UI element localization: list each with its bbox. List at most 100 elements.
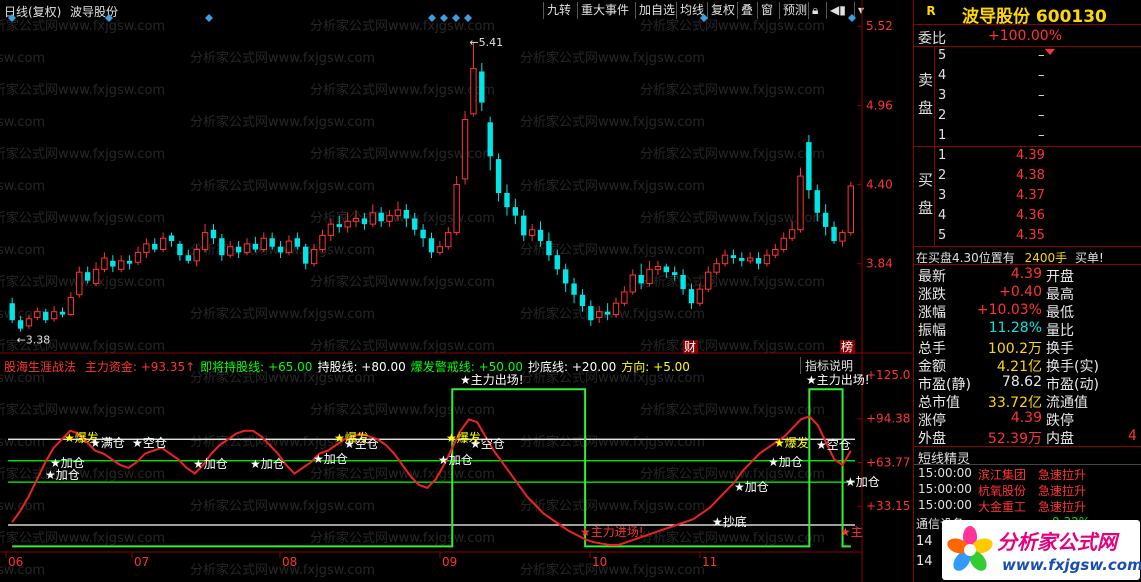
event-badge-text: 榜 bbox=[841, 339, 853, 354]
buy-level: 5 bbox=[938, 228, 947, 243]
candle-body bbox=[672, 272, 678, 275]
candle-body bbox=[571, 283, 577, 295]
buy-price[interactable]: 4.36 bbox=[1016, 208, 1045, 223]
sprite-time: 15:00:00 bbox=[918, 466, 972, 480]
candle-body bbox=[319, 234, 326, 251]
stat-label-2: 内盘 bbox=[1046, 431, 1074, 447]
stat-label-2: 开盘 bbox=[1046, 269, 1074, 285]
candle-body bbox=[43, 311, 49, 321]
r-badge: R bbox=[926, 4, 936, 18]
sell-level: 2 bbox=[938, 108, 947, 123]
candle-body bbox=[831, 226, 837, 242]
stat-value: 4.39 bbox=[1010, 410, 1042, 426]
indicator-explain-button[interactable]: 指标说明 bbox=[800, 357, 853, 374]
candle-body bbox=[17, 320, 24, 329]
sprite-event: 急速拉升 bbox=[1038, 484, 1087, 498]
sell-price[interactable]: – bbox=[1038, 88, 1045, 103]
buy-price[interactable]: 4.38 bbox=[1016, 168, 1045, 183]
buy-label: 买盘 bbox=[918, 171, 934, 217]
candle-body bbox=[847, 185, 855, 234]
stat-value: +0.40 bbox=[999, 284, 1042, 300]
weibi-label: 委比 bbox=[918, 31, 946, 47]
stat-label-2: 量比 bbox=[1046, 323, 1074, 339]
stat-value: 11.28% bbox=[988, 320, 1042, 336]
stat-value: 78.62 bbox=[1001, 374, 1042, 390]
candle-body bbox=[822, 212, 829, 227]
sell-label: 卖盘 bbox=[918, 71, 934, 117]
candle-body bbox=[470, 68, 477, 115]
candle-body bbox=[739, 258, 745, 261]
sell-price[interactable]: – bbox=[1038, 108, 1045, 123]
ind-y-label: +33.15 bbox=[866, 499, 910, 513]
burst-label: ★爆发 bbox=[774, 435, 809, 450]
sell-price[interactable]: – bbox=[1038, 128, 1045, 143]
watermark-text: 分析家公式网www.fxjgsw.com bbox=[190, 306, 375, 322]
candle-body bbox=[612, 302, 620, 316]
indicator-name[interactable]: 股海生涯战法 bbox=[4, 360, 76, 374]
watermark-text: 分析家公式网www.fxjgsw.com bbox=[520, 114, 705, 130]
candle-body bbox=[25, 318, 33, 327]
watermark-text: 分析家公式网www.fxjgsw.com bbox=[0, 274, 165, 290]
bottom-row-2: 14 bbox=[916, 554, 933, 569]
watermark-text: 分析家公式网www.fxjgsw.com bbox=[0, 242, 45, 258]
stat-value: 100.2万 bbox=[987, 341, 1042, 357]
candle-body bbox=[487, 122, 493, 157]
sell-level: 1 bbox=[938, 128, 947, 143]
candle-body bbox=[713, 263, 720, 273]
event-diamond-icon[interactable] bbox=[848, 14, 856, 22]
candle-body bbox=[201, 232, 209, 251]
watermark-text: 分析家公式网www.fxjgsw.com bbox=[0, 530, 165, 546]
watermark-text: 分析家公式网www.fxjgsw.com bbox=[520, 306, 705, 322]
event-diamond-icon[interactable] bbox=[205, 14, 213, 22]
app-window: 日线(复权) 波导股份 九转重大事件加自选均线复权叠窗预测 🔒︎ ◀▮ ▾ 分析… bbox=[0, 0, 1141, 582]
candle-body bbox=[554, 255, 560, 270]
sell-price[interactable]: – bbox=[1038, 48, 1045, 63]
stat-label: 总手 bbox=[918, 341, 946, 357]
candle-body bbox=[84, 272, 91, 281]
candle-body bbox=[50, 311, 58, 320]
candle-body bbox=[445, 232, 452, 248]
stat-label-2: 跌停 bbox=[1046, 413, 1074, 429]
watermark-text: 分析家公式网www.fxjgsw.com bbox=[0, 114, 45, 130]
candle-body bbox=[562, 269, 569, 284]
chart-area[interactable]: 分析家公式网www.fxjgsw.com 分析家公式网www.fxjgsw.com… bbox=[0, 0, 912, 582]
stat-value: 4.21亿 bbox=[996, 359, 1042, 375]
candle-body bbox=[76, 271, 83, 296]
watermark-text: 分析家公式网www.fxjgsw.com bbox=[190, 114, 375, 130]
candle-body bbox=[705, 271, 712, 290]
candle-body bbox=[352, 217, 360, 222]
sprite-stock[interactable]: 滨江集团 bbox=[978, 466, 1026, 483]
candle-body bbox=[588, 306, 594, 321]
candle-body bbox=[688, 289, 695, 304]
sprite-time: 15:00:00 bbox=[918, 498, 972, 512]
candle-body bbox=[696, 288, 704, 304]
notice-volume: 2400手 bbox=[1024, 251, 1068, 265]
candle-body bbox=[646, 268, 653, 284]
buy-level: 4 bbox=[938, 208, 947, 223]
bottom-row-1: 14 bbox=[916, 534, 933, 549]
add-label: ★加仓 bbox=[768, 455, 803, 469]
add-label: ★加仓 bbox=[193, 457, 228, 471]
bottom-label: ★抄底 bbox=[712, 514, 747, 529]
buy-level: 1 bbox=[938, 148, 947, 163]
candle-body bbox=[504, 193, 510, 208]
watermark-logo: 分析家公式网 www.fxjgsw.com bbox=[942, 520, 1141, 580]
buy-price[interactable]: 4.37 bbox=[1016, 188, 1045, 203]
stat-label: 市盈(静) bbox=[918, 377, 971, 393]
candle-body bbox=[310, 249, 318, 265]
candle-body bbox=[235, 246, 242, 253]
candle-body bbox=[118, 260, 125, 270]
sell-price[interactable]: – bbox=[1038, 68, 1045, 83]
sprite-stock[interactable]: 大金重工 bbox=[978, 498, 1026, 515]
candle-body bbox=[277, 246, 284, 253]
sprite-stock[interactable]: 杭氧股份 bbox=[978, 482, 1026, 499]
candle-body bbox=[436, 246, 444, 253]
candle-body bbox=[327, 223, 335, 236]
buy-price[interactable]: 4.35 bbox=[1016, 228, 1045, 243]
notice-tail: 买单! bbox=[1074, 251, 1104, 265]
candle-body bbox=[763, 254, 771, 265]
stat-label: 金额 bbox=[918, 359, 946, 375]
buy-price[interactable]: 4.39 bbox=[1016, 148, 1045, 163]
candle-body bbox=[210, 229, 217, 239]
watermark-text: 分析家公式网www.fxjgsw.com bbox=[190, 178, 375, 194]
